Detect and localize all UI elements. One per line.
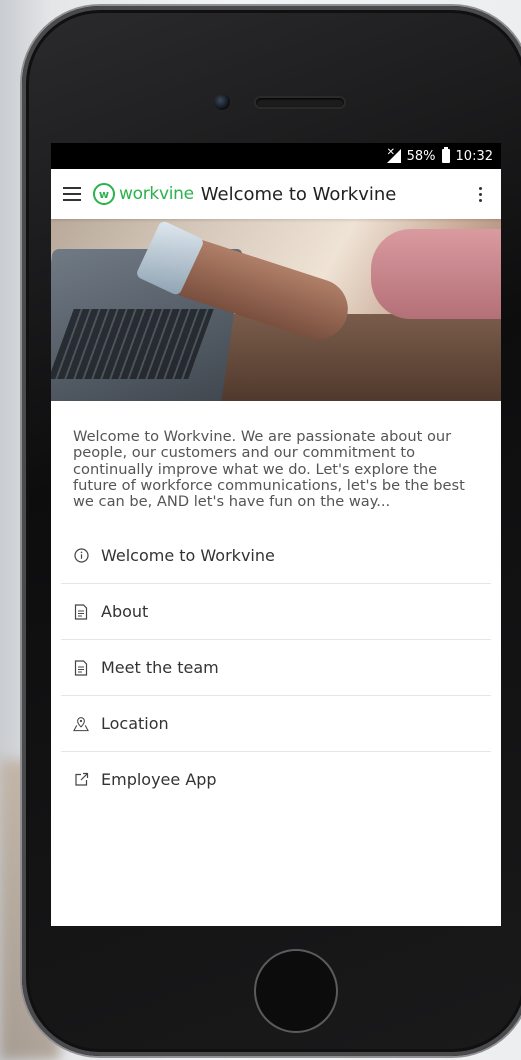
- external-link-icon: [73, 772, 89, 788]
- battery-percentage: 58%: [406, 148, 436, 164]
- nav-item-label: Welcome to Workvine: [101, 546, 275, 566]
- status-time: 10:32: [455, 148, 493, 164]
- nav-item-meet-the-team[interactable]: Meet the team: [61, 640, 491, 697]
- map-pin-icon: [73, 716, 89, 732]
- info-icon: [73, 548, 89, 564]
- workvine-logo-text: workvine: [119, 184, 194, 204]
- nav-item-about[interactable]: About: [61, 584, 491, 641]
- phone-screen: ✕ 58% 10:32 w workvine Welcome to Workvi…: [51, 143, 501, 926]
- hero-image: [51, 219, 501, 401]
- nav-list: Welcome to Workvine About Meet the team …: [61, 528, 491, 807]
- nav-item-employee-app[interactable]: Employee App: [61, 752, 491, 807]
- status-bar: ✕ 58% 10:32: [51, 143, 501, 169]
- camera-icon: [214, 94, 230, 110]
- speaker-grille: [256, 98, 344, 107]
- page-title: Welcome to Workvine: [200, 183, 397, 205]
- intro-text: Welcome to Workvine. We are passionate a…: [73, 428, 465, 511]
- battery-icon: [441, 147, 450, 163]
- workvine-logo-icon: w: [93, 183, 115, 205]
- more-options-icon[interactable]: [471, 183, 489, 206]
- nav-item-welcome[interactable]: Welcome to Workvine: [61, 528, 491, 585]
- document-icon: [73, 660, 89, 676]
- signal-icon: ✕: [386, 147, 401, 163]
- hamburger-menu-icon[interactable]: [63, 187, 81, 201]
- nav-item-label: About: [101, 602, 149, 622]
- document-icon: [73, 604, 89, 620]
- nav-item-label: Location: [101, 714, 169, 734]
- nav-item-label: Meet the team: [101, 658, 219, 678]
- home-button[interactable]: [254, 949, 338, 1033]
- app-bar: w workvine Welcome to Workvine: [51, 169, 501, 219]
- nav-item-location[interactable]: Location: [61, 696, 491, 753]
- nav-item-label: Employee App: [101, 770, 217, 790]
